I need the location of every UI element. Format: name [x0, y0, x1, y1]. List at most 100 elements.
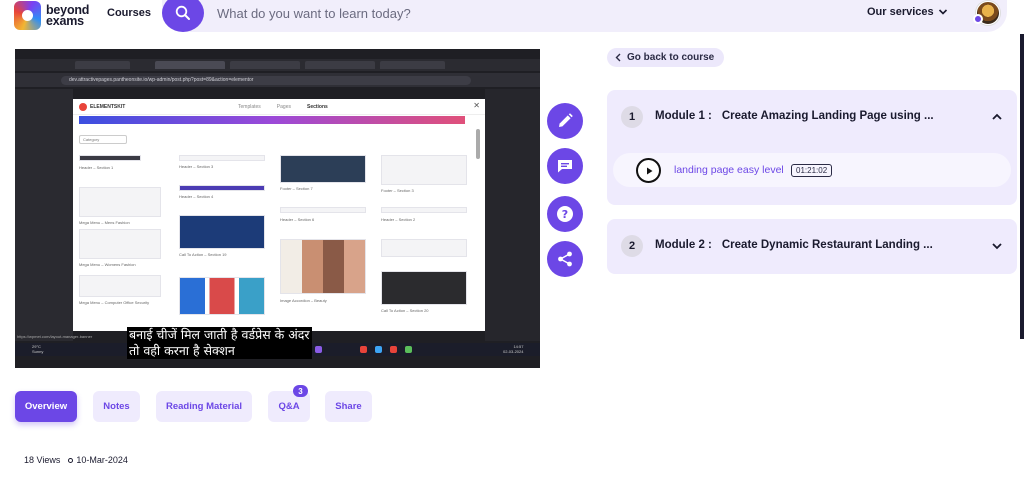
top-header: beyond exams Courses Our services [0, 0, 1024, 34]
our-services-label: Our services [867, 6, 934, 18]
taskbar-app-icon [390, 346, 397, 353]
video-template-card [280, 239, 366, 294]
video-date: 02-03-2024 [503, 349, 524, 354]
svg-text:?: ? [562, 208, 568, 221]
video-template-card [381, 271, 467, 305]
chat-icon [558, 160, 572, 173]
help-button[interactable]: ? [547, 196, 583, 232]
video-card-caption: Call To Action – Section 19 [179, 252, 227, 257]
share-icon [558, 251, 572, 267]
page: beyond exams Courses Our services [0, 0, 1024, 484]
courses-nav-link[interactable]: Courses [107, 7, 151, 19]
logo-text: beyond exams [46, 3, 90, 28]
video-clock: 14:57 02-03-2024 [503, 344, 523, 354]
video-template-card [79, 187, 161, 217]
right-edge-bar [1020, 34, 1024, 339]
video-modal-tab: Pages [276, 104, 291, 110]
video-modal-header: ELEMENTSKIT Templates Pages Sections ✕ [73, 99, 485, 115]
video-card-caption: Header – Section 1 [79, 165, 114, 170]
video-template-modal: ELEMENTSKIT Templates Pages Sections ✕ C… [73, 99, 485, 331]
video-card-caption: Header – Section 4 [179, 194, 214, 199]
share-button[interactable] [547, 241, 583, 277]
search-icon [175, 5, 190, 20]
module-number-badge: 1 [621, 106, 643, 128]
video-card-caption: Footer – Section 3 [381, 188, 414, 193]
video-card-caption: Image Accordion – Beauty [280, 298, 327, 303]
logo-mark-icon [14, 1, 41, 30]
play-icon [646, 167, 652, 174]
tab-overview[interactable]: Overview [15, 391, 77, 422]
module-2-accordion: 2 Module 2 : Create Dynamic Restaurant La… [607, 219, 1017, 274]
go-back-to-course-button[interactable]: Go back to course [607, 48, 725, 67]
qa-count-badge: 3 [293, 385, 308, 397]
avatar-status-dot [973, 14, 983, 24]
video-player[interactable]: dev.attractivepages.pantheonsite.io/wp-a… [15, 49, 540, 368]
video-template-card [179, 185, 265, 191]
publish-date: 10-Mar-2024 [76, 455, 128, 465]
video-template-card [381, 207, 467, 213]
our-services-dropdown[interactable]: Our services [867, 6, 948, 18]
video-template-card [280, 155, 366, 183]
module-number-badge: 2 [621, 235, 643, 257]
video-modal-tab: Templates [238, 104, 261, 110]
video-card-caption: Mega Menu – Womens Fashion [79, 262, 136, 267]
video-meta: 18 Views 10-Mar-2024 [24, 455, 128, 465]
module-1-header[interactable]: 1 Module 1 : Create Amazing Landing Page … [607, 90, 1017, 145]
video-browser-tab [75, 61, 130, 69]
tab-share[interactable]: Share [325, 391, 372, 422]
video-weather: 29°C Sunny [32, 344, 43, 354]
video-editor-canvas [485, 89, 540, 341]
tab-reading-material[interactable]: Reading Material [156, 391, 252, 422]
video-card-caption: Header – Section 2 [381, 217, 416, 222]
taskbar-app-icon [360, 346, 367, 353]
video-url-text: dev.attractivepages.pantheonsite.io/wp-a… [69, 77, 254, 83]
video-browser-tab [155, 61, 225, 69]
video-modal-banner [79, 116, 465, 124]
video-browser-tab [305, 61, 375, 69]
taskbar-app-icon [405, 346, 412, 353]
video-editor-sidebar [15, 89, 73, 341]
tab-notes[interactable]: Notes [93, 391, 140, 422]
chevron-up-icon[interactable] [991, 112, 1003, 122]
search-input[interactable] [217, 4, 617, 22]
chevron-down-icon[interactable] [991, 241, 1003, 251]
video-modal-tabs: Templates Pages Sections [238, 104, 328, 110]
video-weather-text: Sunny [32, 349, 44, 354]
views-count: 18 Views [24, 455, 61, 465]
subtitle-line-2: तो वही करना है सेक्शन [129, 343, 235, 358]
go-back-label: Go back to course [627, 52, 715, 63]
subtitle-line-1: बनाई चीजें मिल जाती है वर्डप्रेस के अंदर [129, 327, 310, 342]
video-card-caption: Mega Menu – Computer Office Security [79, 300, 150, 305]
video-template-card [79, 229, 161, 259]
module-title: Module 1 : Create Amazing Landing Page us… [655, 110, 934, 122]
play-button[interactable] [636, 158, 661, 183]
lesson-item[interactable]: landing page easy level 01:21:02 [613, 153, 1011, 187]
video-template-card [381, 239, 467, 257]
edit-notes-button[interactable] [547, 103, 583, 139]
module-title: Module 2 : Create Dynamic Restaurant Land… [655, 239, 933, 251]
video-card-caption: Mega Menu – Mens Fashion [79, 220, 130, 225]
chat-button[interactable] [547, 148, 583, 184]
beyond-exams-logo[interactable]: beyond exams [14, 0, 98, 32]
lesson-title: landing page easy level [674, 164, 784, 176]
video-template-card [280, 207, 366, 213]
video-template-card [79, 155, 141, 161]
video-card-caption: Header – Section 3 [179, 164, 214, 169]
module-1-accordion: 1 Module 1 : Create Amazing Landing Page … [607, 90, 1017, 205]
taskbar-app-icon [375, 346, 382, 353]
video-modal-brand: ELEMENTSKIT [90, 104, 126, 110]
video-template-card [179, 277, 265, 315]
module-2-header[interactable]: 2 Module 2 : Create Dynamic Restaurant La… [607, 219, 1017, 274]
chevron-left-icon [615, 53, 621, 62]
video-modal-close-icon: ✕ [473, 101, 480, 110]
video-card-caption: Footer – Section 7 [280, 186, 313, 191]
video-subtitle: बनाई चीजें मिल जाती है वर्डप्रेस के अंदर… [127, 327, 312, 359]
video-template-card [381, 155, 467, 185]
video-browser-tab [230, 61, 300, 69]
help-icon: ? [557, 206, 573, 222]
date-bullet-icon [68, 457, 74, 463]
video-status-link: https://wpmet.com/layout-manager-banner [17, 334, 93, 339]
video-template-card [179, 215, 265, 249]
lesson-duration-badge: 01:21:02 [791, 164, 833, 177]
elementskit-logo-icon [79, 103, 87, 111]
